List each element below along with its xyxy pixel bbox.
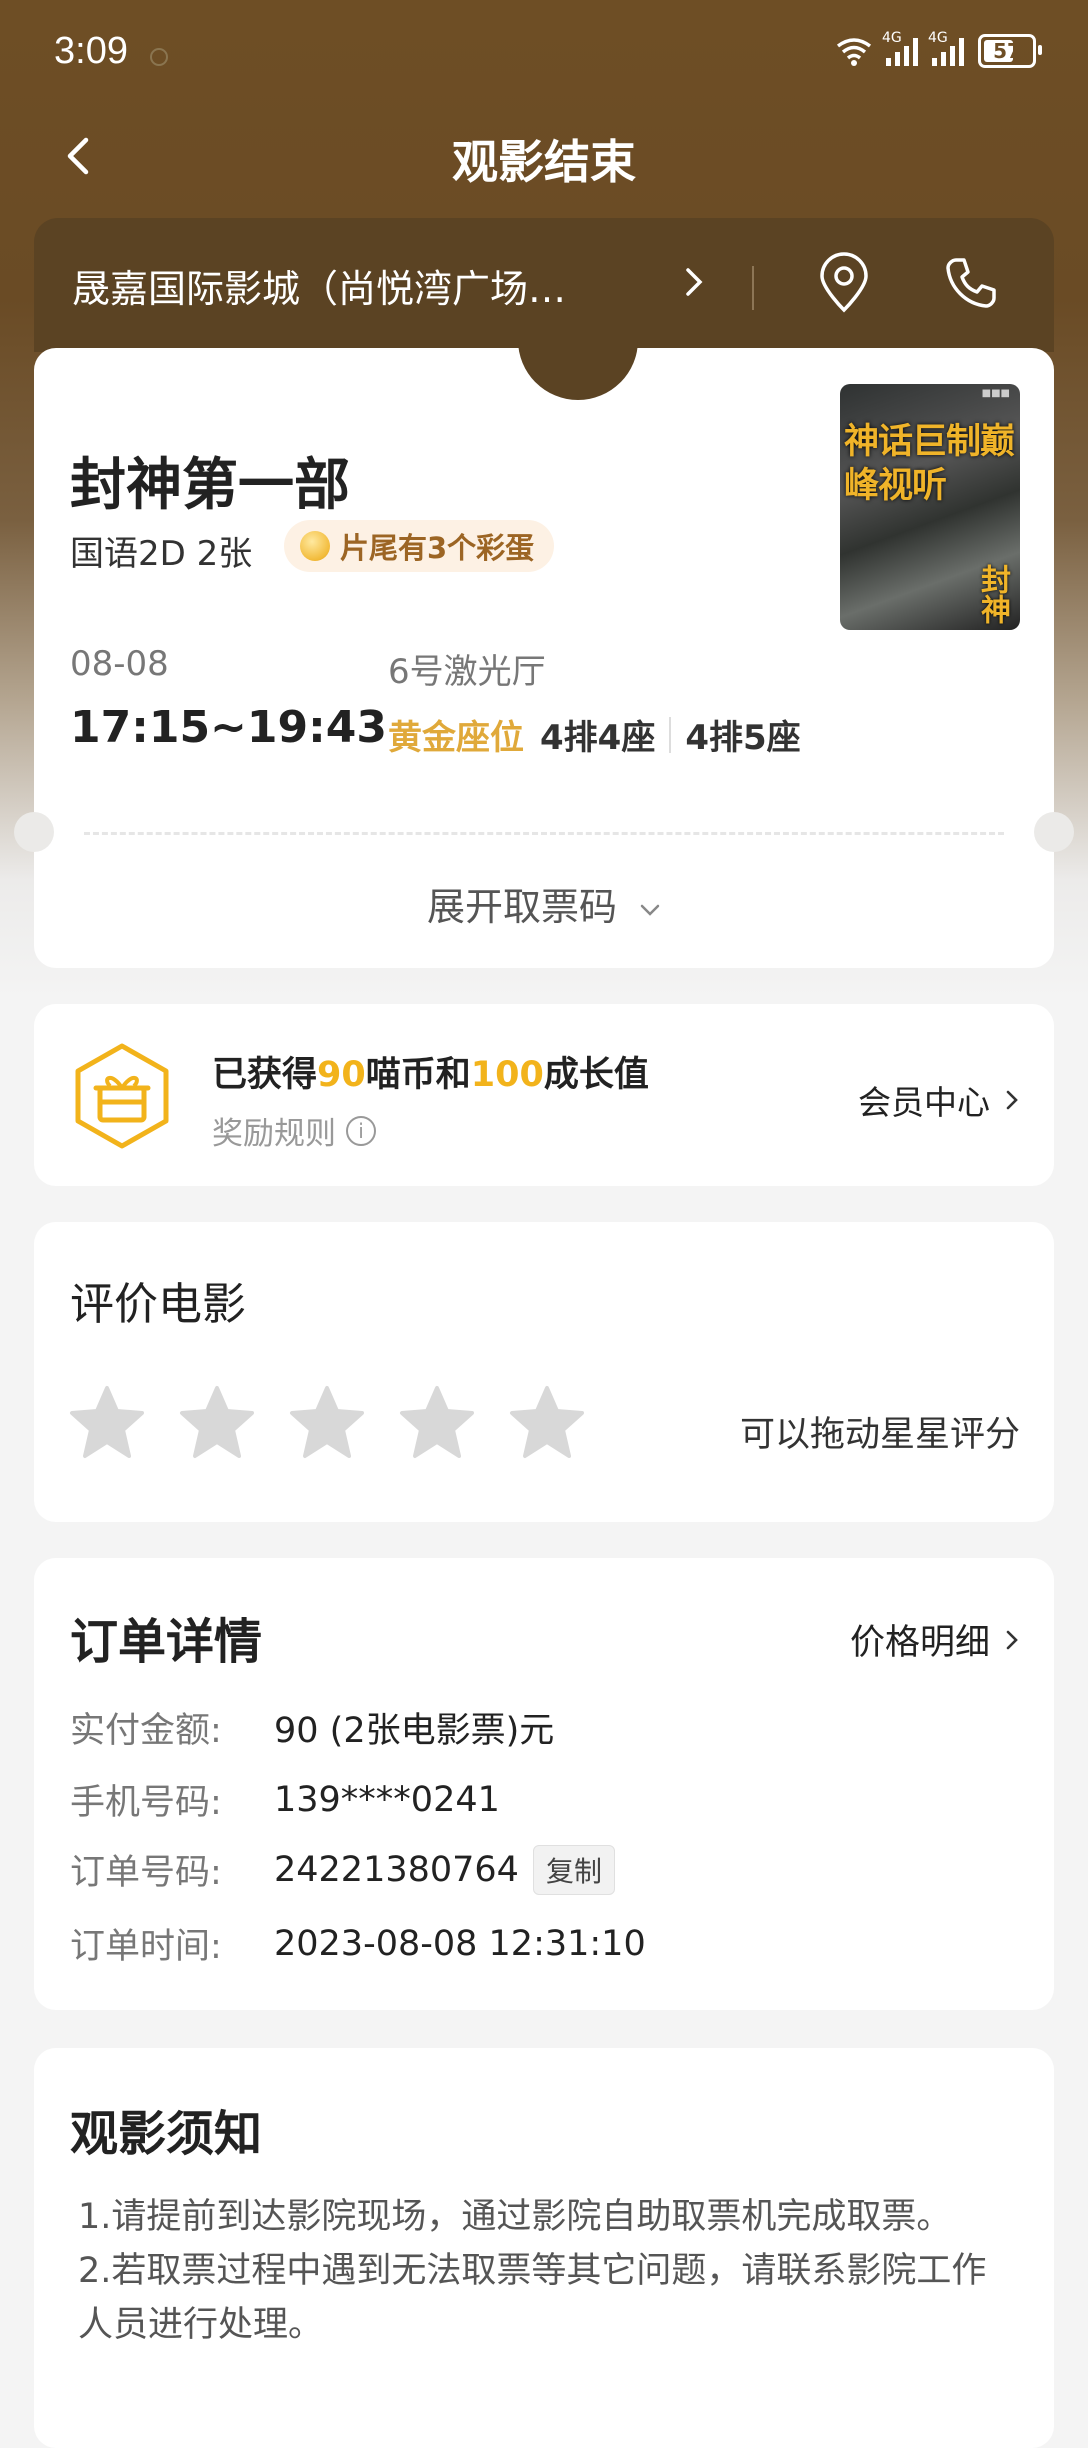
easter-egg-badge: 片尾有3个彩蛋 — [284, 520, 555, 572]
order-row-value: 2023-08-08 12:31:10 — [274, 1923, 646, 1964]
chevron-right-icon[interactable] — [1000, 1088, 1024, 1112]
star-icon[interactable] — [398, 1384, 476, 1462]
ticket-notch — [518, 330, 638, 400]
reward-card: 已获得90喵币和100成长值 奖励规则 i 会员中心 — [34, 1004, 1054, 1186]
rating-hint: 可以拖动星星评分 — [739, 1415, 1020, 1455]
price-details-link[interactable]: 价格明细 — [850, 1614, 1024, 1665]
notice-item: 1.请提前到达影院现场，通过影院自助取票机完成取票。 — [78, 2197, 952, 2237]
egg-icon — [300, 531, 330, 561]
reward-rule-label[interactable]: 奖励规则 — [212, 1108, 336, 1153]
cell-signal-2-icon: 4G — [928, 30, 964, 66]
rating-card: 评价电影 可以拖动星星评分 — [34, 1222, 1054, 1522]
page-title: 观影结束 — [452, 135, 636, 189]
info-icon[interactable]: i — [346, 1115, 376, 1146]
star-icon[interactable] — [508, 1384, 586, 1462]
ticket-perforation — [84, 832, 1004, 835]
show-time: 17:15~19:43 — [70, 702, 387, 753]
order-row-number: 订单号码: 24221380764 复制 — [70, 1844, 615, 1895]
divider — [752, 266, 754, 310]
poster-mark: ■■■ — [981, 388, 1010, 399]
reward-growth: 100 — [470, 1055, 544, 1095]
order-row-label: 订单号码: — [70, 1853, 222, 1893]
order-row-value: 139****0241 — [274, 1779, 500, 1820]
expand-label[interactable]: 展开取票码 — [427, 885, 617, 929]
price-details-label[interactable]: 价格明细 — [850, 1614, 990, 1665]
movie-poster[interactable]: ■■■ 神话巨制巅峰视听 封神 — [840, 384, 1020, 630]
seat-type: 黄金座位 — [388, 718, 524, 758]
reward-rules-link[interactable]: 奖励规则 i — [212, 1108, 376, 1153]
chevron-down-icon[interactable] — [639, 899, 661, 921]
cell-signal-1-icon: 4G — [882, 30, 918, 66]
order-row-amount: 实付金额: 90 (2张电影票)元 — [70, 1702, 554, 1753]
wifi-icon — [836, 38, 872, 66]
order-row-label: 实付金额: — [70, 1711, 222, 1751]
order-title: 订单详情 — [70, 1614, 263, 1670]
status-bar: 3:09 4G 4G 57 — [0, 0, 1088, 112]
chevron-right-icon[interactable] — [1000, 1628, 1024, 1652]
seat-divider — [669, 716, 672, 753]
show-date: 08-08 — [70, 644, 169, 684]
location-pin-icon[interactable] — [814, 252, 874, 314]
seat-1: 4排4座 — [540, 718, 656, 758]
nav-bar: 观影结束 — [0, 112, 1088, 200]
order-row-label: 订单时间: — [70, 1927, 222, 1967]
rating-title: 评价电影 — [70, 1279, 246, 1330]
notice-text: 1.请提前到达影院现场，通过影院自助取票机完成取票。 2.若取票过程中遇到无法取… — [78, 2190, 1000, 2352]
copy-button[interactable]: 复制 — [532, 1844, 615, 1895]
battery-icon: 57 — [978, 34, 1042, 68]
poster-logo: 封神 — [975, 564, 1010, 624]
reward-suffix: 成长值 — [543, 1055, 649, 1095]
ticket-card: 封神第一部 国语2D 2张 片尾有3个彩蛋 ■■■ 神话巨制巅峰视听 封神 08… — [14, 330, 1074, 968]
star-icon[interactable] — [178, 1384, 256, 1462]
status-icons: 4G 4G 57 — [836, 30, 1042, 68]
gift-icon — [75, 1043, 169, 1149]
star-rating[interactable] — [68, 1384, 586, 1462]
easter-egg-label: 片尾有3个彩蛋 — [340, 531, 535, 565]
reward-coins: 90 — [317, 1055, 366, 1095]
order-row-label: 手机号码: — [70, 1783, 222, 1823]
star-icon[interactable] — [68, 1384, 146, 1462]
chevron-right-icon[interactable] — [674, 262, 714, 302]
seat-2: 4排5座 — [685, 718, 801, 758]
viewing-notice-card: 观影须知 1.请提前到达影院现场，通过影院自助取票机完成取票。 2.若取票过程中… — [34, 2048, 1054, 2448]
movie-format: 国语2D 2张 — [70, 534, 253, 574]
seat-info: 黄金座位 4排4座 4排5座 — [388, 710, 801, 759]
member-center-link[interactable]: 会员中心 — [858, 1076, 1024, 1124]
status-time: 3:09 — [54, 30, 128, 72]
order-row-time: 订单时间: 2023-08-08 12:31:10 — [70, 1918, 646, 1969]
ticket-cutout-left — [14, 812, 54, 852]
ticket-cutout-right — [1034, 812, 1074, 852]
reward-prefix: 已获得 — [212, 1055, 318, 1095]
reward-summary: 已获得90喵币和100成长值 — [212, 1046, 649, 1097]
notification-icon — [150, 48, 168, 66]
order-row-value: 90 (2张电影票)元 — [274, 1711, 555, 1751]
movie-title: 封神第一部 — [70, 453, 350, 518]
expand-ticket-code-button[interactable]: 展开取票码 — [34, 876, 1054, 931]
phone-icon[interactable] — [942, 254, 1000, 312]
order-row-value: 24221380764 — [274, 1849, 519, 1890]
star-icon[interactable] — [288, 1384, 366, 1462]
reward-mid: 喵币和 — [365, 1055, 471, 1095]
notice-item: 2.若取票过程中遇到无法取票等其它问题，请联系影院工作人员进行处理。 — [78, 2251, 987, 2345]
order-details-card: 订单详情 价格明细 实付金额: 90 (2张电影票)元 手机号码: 139***… — [34, 1558, 1054, 2010]
order-row-phone: 手机号码: 139****0241 — [70, 1774, 500, 1825]
member-center-label[interactable]: 会员中心 — [858, 1076, 990, 1124]
notice-title: 观影须知 — [70, 2106, 263, 2162]
cinema-name[interactable]: 晟嘉国际影城（尚悦湾广场… — [72, 258, 566, 313]
poster-slogan: 神话巨制巅峰视听 — [844, 422, 1015, 506]
hall-name: 6号激光厅 — [388, 652, 546, 692]
